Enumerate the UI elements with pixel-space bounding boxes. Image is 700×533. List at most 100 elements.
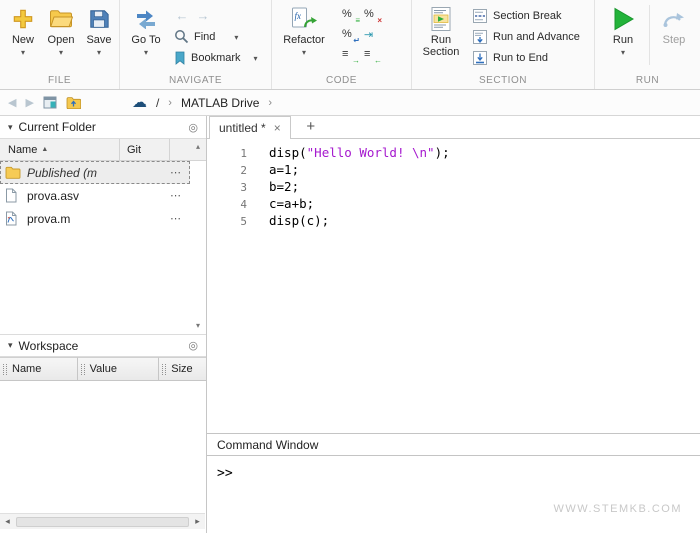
smart-indent-icon[interactable]: ⇥ <box>362 27 382 45</box>
bookmark-icon <box>174 51 186 65</box>
indent-left-icon[interactable]: ≡← <box>362 47 382 65</box>
code-line: 5 disp(c); <box>207 213 700 230</box>
workspace-panel-header[interactable]: ▾ Workspace ◎ <box>0 334 206 357</box>
chevron-down-icon: ▾ <box>21 48 25 57</box>
workspace-column-value[interactable]: Value <box>78 357 160 381</box>
ribbon-group-file: New ▾ Open ▾ Save ▾ FI <box>0 0 120 89</box>
file-table-header: Name ▲ Git <box>0 139 206 161</box>
path-root[interactable]: / <box>156 96 159 110</box>
run-icon <box>611 5 635 33</box>
column-header-git[interactable]: Git <box>120 139 170 160</box>
refactor-icon: fx <box>291 5 317 33</box>
row-menu-icon[interactable]: ⋯ <box>170 189 182 202</box>
save-button[interactable]: Save ▾ <box>80 3 118 68</box>
current-folder-panel-header[interactable]: ▾ Current Folder ◎ <box>0 116 206 139</box>
code-editor[interactable]: 1 disp("Hello World! \n"); 2 a=1; 3 b=2;… <box>207 139 700 433</box>
sort-ascending-icon: ▲ <box>41 146 48 153</box>
chevron-down-icon: ▾ <box>59 48 63 57</box>
run-to-end-label: Run to End <box>493 52 548 64</box>
chevron-down-icon: ▾ <box>234 33 238 42</box>
panel-actions-icon[interactable]: ◎ <box>188 121 198 134</box>
scroll-left-icon[interactable]: ◂ <box>0 516 15 527</box>
goto-button[interactable]: Go To ▾ <box>124 3 168 68</box>
new-button[interactable]: New ▾ <box>4 3 42 68</box>
cloud-icon[interactable]: ☁ <box>132 95 147 110</box>
panel-actions-icon[interactable]: ◎ <box>188 339 198 352</box>
refactor-button[interactable]: fx Refactor ▾ <box>278 3 330 68</box>
run-to-end-button[interactable]: Run to End <box>472 47 580 68</box>
run-and-advance-button[interactable]: Run and Advance <box>472 26 580 47</box>
section-break-button[interactable]: Section Break <box>472 5 580 26</box>
scrollbar-thumb[interactable] <box>16 517 189 527</box>
sidebar: ▾ Current Folder ◎ Name ▲ Git Published … <box>0 116 207 533</box>
indent-right-icon[interactable]: ≡→ <box>340 47 360 65</box>
editor-area: untitled * × + 1 disp("Hello World! \n")… <box>207 116 700 533</box>
tab-untitled[interactable]: untitled * × <box>209 116 291 139</box>
new-file-icon <box>12 5 34 33</box>
code-line: 1 disp("Hello World! \n"); <box>207 145 700 162</box>
forward-button[interactable]: ▶ <box>25 96 33 109</box>
scroll-right-icon[interactable]: ▸ <box>190 516 205 527</box>
comment-icon[interactable]: %≡ <box>340 7 360 25</box>
line-number: 2 <box>207 162 247 179</box>
back-button[interactable]: ◀ <box>8 96 16 109</box>
section-group-label: SECTION <box>412 75 594 86</box>
step-button[interactable]: Step <box>654 3 694 68</box>
ribbon-group-code: fx Refactor ▾ %≡ %× %↵ ⇥ <box>272 0 412 89</box>
chevron-down-icon: ▾ <box>302 48 306 57</box>
find-button-label: Find <box>194 31 215 43</box>
collapse-icon[interactable]: ▾ <box>8 340 13 351</box>
breadcrumb-location[interactable]: MATLAB Drive <box>181 96 259 110</box>
column-grip-icon <box>3 364 7 375</box>
uncomment-icon[interactable]: %× <box>362 7 382 25</box>
code-line: 3 b=2; <box>207 179 700 196</box>
open-button-label: Open <box>48 34 75 47</box>
command-window-input[interactable]: >> <box>207 456 700 481</box>
workspace-column-size[interactable]: Size <box>159 357 206 381</box>
ribbon-toolbar: New ▾ Open ▾ Save ▾ FI <box>0 0 700 90</box>
bookmark-button[interactable]: Bookmark ▾ <box>174 47 258 68</box>
window-layout-icon[interactable] <box>43 96 57 109</box>
run-section-button[interactable]: Run Section <box>416 3 466 68</box>
open-button[interactable]: Open ▾ <box>42 3 80 68</box>
scroll-down-icon[interactable]: ▾ <box>190 321 206 330</box>
line-number: 5 <box>207 213 247 230</box>
sidebar-horizontal-scrollbar[interactable]: ◂ ▸ <box>0 513 205 529</box>
section-break-label: Section Break <box>493 10 561 22</box>
collapse-icon[interactable]: ▾ <box>8 122 13 133</box>
workspace-variable-list <box>0 381 206 513</box>
file-name: prova.asv <box>27 189 79 203</box>
navigate-back-icon[interactable]: ← <box>174 8 190 23</box>
command-window-title[interactable]: Command Window <box>207 434 700 456</box>
file-icon <box>5 188 25 203</box>
run-button[interactable]: Run ▾ <box>603 3 643 68</box>
file-group-label: FILE <box>0 75 119 86</box>
code-group-label: CODE <box>272 75 411 86</box>
file-list-vertical-scrollbar[interactable]: ▴ ▾ <box>190 139 206 333</box>
editor-tab-bar: untitled * × + <box>207 116 700 139</box>
file-row-published[interactable]: Published (m ⋯ <box>0 161 190 184</box>
upload-folder-icon[interactable] <box>66 96 81 109</box>
line-number: 3 <box>207 179 247 196</box>
column-grip-icon <box>81 364 85 375</box>
run-group-label: RUN <box>595 75 700 86</box>
command-window: Command Window >> WWW.STEMKB.COM <box>207 433 700 533</box>
code-line: 4 c=a+b; <box>207 196 700 213</box>
row-menu-icon[interactable]: ⋯ <box>170 212 182 225</box>
wrap-comments-icon[interactable]: %↵ <box>340 27 360 45</box>
chevron-right-icon[interactable]: › <box>268 97 272 109</box>
run-to-end-icon <box>472 50 488 66</box>
close-tab-icon[interactable]: × <box>274 122 281 134</box>
current-folder-title: Current Folder <box>19 120 96 134</box>
scroll-up-icon[interactable]: ▴ <box>190 142 206 151</box>
run-and-advance-label: Run and Advance <box>493 31 580 43</box>
workspace-column-name[interactable]: Name <box>0 357 78 381</box>
matlab-file-icon <box>5 211 25 226</box>
file-row-prova-asv[interactable]: prova.asv ⋯ <box>0 184 190 207</box>
new-tab-button[interactable]: + <box>299 115 323 138</box>
column-header-name[interactable]: Name ▲ <box>0 139 120 160</box>
file-row-prova-m[interactable]: prova.m ⋯ <box>0 207 190 230</box>
navigate-forward-icon[interactable]: → <box>195 8 211 23</box>
row-menu-icon[interactable]: ⋯ <box>170 166 182 179</box>
find-button[interactable]: Find ▾ <box>174 26 258 47</box>
